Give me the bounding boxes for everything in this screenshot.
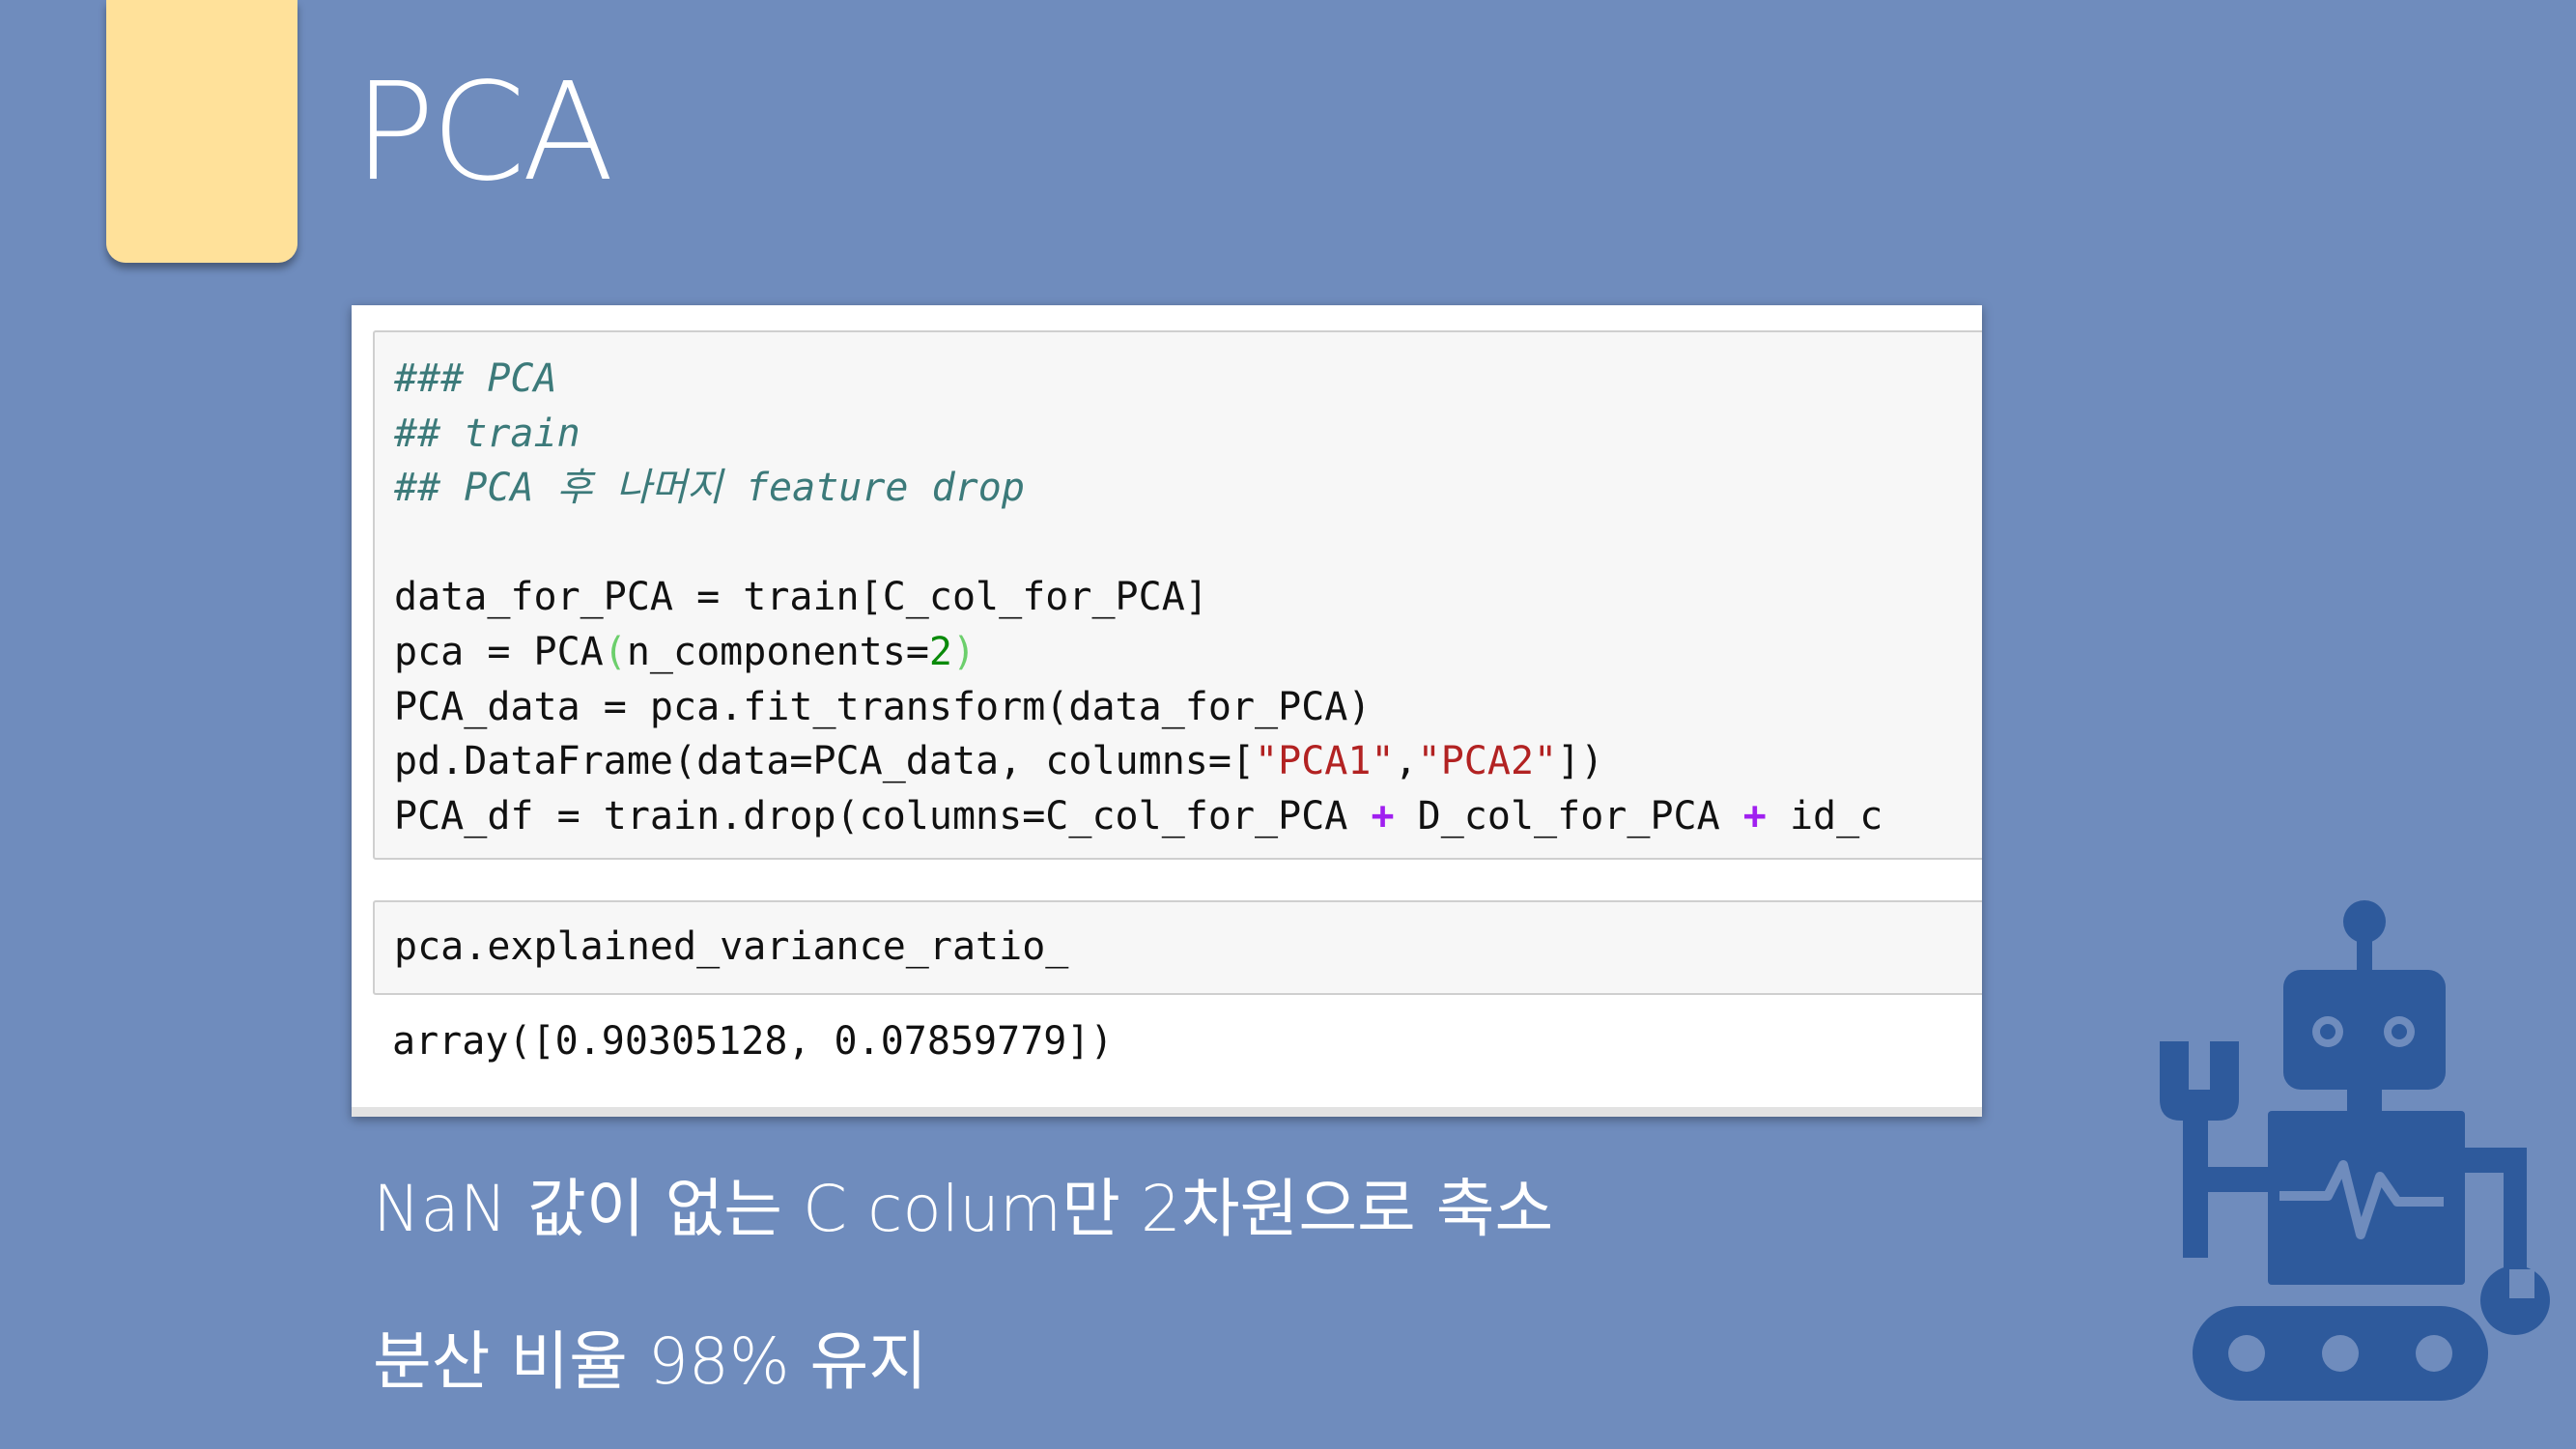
code-line: PCA_data = pca.fit_transform(data_for_PC…	[394, 680, 1882, 735]
code-token: pca = PCA	[394, 629, 604, 674]
divider	[352, 1107, 1982, 1117]
code-token: +	[1371, 793, 1395, 838]
code-block: ### PCA ## train ## PCA 후 나머지 feature drop…	[394, 352, 1882, 843]
code-token: D_col_for_PCA	[1394, 793, 1743, 838]
notebook-screenshot: ### PCA ## train ## PCA 후 나머지 feature drop…	[352, 305, 1982, 1117]
code-token: data_for_PCA = train[C_col_for_PCA]	[394, 575, 1208, 620]
code-token: ### PCA	[394, 356, 557, 401]
code-token: PCA_data = pca.fit_transform(data_for_PC…	[394, 684, 1372, 729]
code-token: "PCA2"	[1417, 739, 1558, 784]
title-accent-tab	[106, 0, 297, 263]
code-line: pd.DataFrame(data=PCA_data, columns=["PC…	[394, 734, 1882, 789]
code-token: id_c	[1766, 793, 1883, 838]
robot-icon	[2160, 900, 2550, 1401]
slide-title: PCA	[354, 54, 614, 212]
code-token: PCA_df = train.drop(columns=C_col_for_PC…	[394, 793, 1372, 838]
code-token: )	[952, 629, 977, 674]
code-token: ## train	[394, 411, 580, 456]
code-line: pca.explained_variance_ratio_	[394, 924, 1069, 969]
note-reduction: NaN 값이 없는 C colum만 2차원으로 축소	[373, 1172, 1554, 1246]
code-line: PCA_df = train.drop(columns=C_col_for_PC…	[394, 789, 1882, 844]
code-cell-variance[interactable]: pca.explained_variance_ratio_	[373, 900, 1982, 995]
code-token: "PCA1"	[1255, 739, 1395, 784]
code-line: data_for_PCA = train[C_col_for_PCA]	[394, 570, 1882, 625]
code-token: (	[603, 629, 627, 674]
note-variance: 분산 비율 98% 유지	[373, 1324, 927, 1399]
code-line: ### PCA	[394, 352, 1882, 407]
code-token: ])	[1557, 739, 1604, 784]
code-line: pca = PCA(n_components=2)	[394, 625, 1882, 680]
code-token: pd.DataFrame(data=PCA_data, columns=[	[394, 739, 1256, 784]
code-line: ## train	[394, 407, 1882, 462]
code-token: 2	[928, 629, 953, 674]
cell-output: array([0.90305128, 0.07859779])	[392, 1019, 1114, 1064]
code-token: +	[1742, 793, 1767, 838]
code-token: n_components=	[626, 629, 929, 674]
code-token: ,	[1394, 739, 1418, 784]
code-cell-pca[interactable]: ### PCA ## train ## PCA 후 나머지 feature drop…	[373, 330, 1982, 860]
code-token: ## PCA 후 나머지 feature drop	[394, 466, 1025, 511]
code-line: ## PCA 후 나머지 feature drop	[394, 461, 1882, 516]
